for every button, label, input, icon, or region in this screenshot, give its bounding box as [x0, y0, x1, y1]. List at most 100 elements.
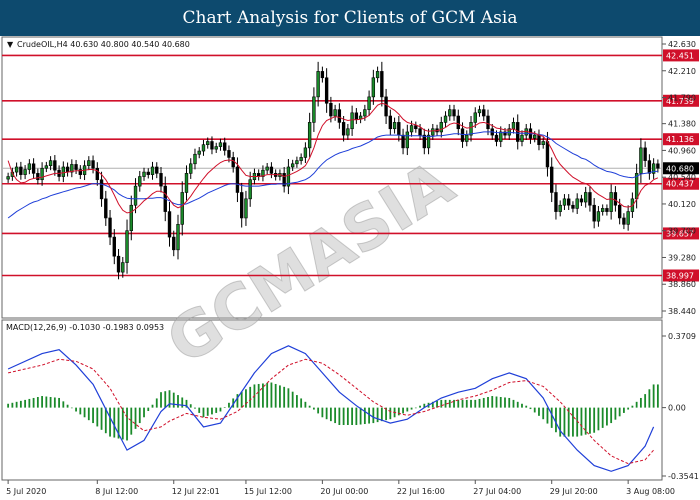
candle-body: [482, 109, 486, 117]
macd-histogram-bar: [287, 388, 290, 408]
candle-body: [592, 204, 596, 222]
macd-histogram-bar: [572, 407, 574, 437]
price-tick-label: 40.540: [668, 173, 696, 182]
macd-histogram-bar: [351, 407, 354, 426]
price-tick-label: 42.210: [668, 67, 696, 76]
macd-tick-label: -0.3541: [668, 472, 699, 481]
candle-body: [346, 128, 350, 136]
macd-histogram-bar: [589, 407, 591, 434]
candle-body: [27, 163, 32, 170]
macd-histogram-bar: [113, 407, 116, 438]
candle-body: [452, 109, 456, 117]
candle-body: [567, 198, 571, 206]
candle-body: [303, 147, 308, 158]
candle-body: [269, 166, 274, 174]
macd-histogram-bar: [75, 407, 77, 412]
candle-body: [401, 134, 405, 149]
macd-histogram-bar: [516, 401, 519, 408]
macd-histogram-bar: [126, 407, 128, 441]
macd-histogram-bar: [402, 407, 404, 414]
macd-histogram-bar: [563, 407, 566, 437]
macd-histogram-bar: [100, 407, 103, 430]
macd-histogram-bar: [623, 407, 625, 413]
macd-histogram-bar: [614, 407, 617, 420]
macd-histogram-bar: [567, 407, 570, 437]
date-tick-label: 27 Jul 04:00: [473, 487, 521, 496]
candle-body: [460, 128, 465, 142]
macd-histogram-bar: [656, 384, 659, 408]
macd-histogram-bar: [7, 403, 10, 408]
macd-histogram-bar: [504, 397, 506, 408]
candle-body: [617, 204, 622, 219]
candle-body: [609, 192, 613, 212]
candle-body: [99, 179, 104, 200]
macd-histogram-bar: [419, 405, 421, 408]
macd-histogram-bar: [245, 389, 247, 408]
macd-histogram-bar: [283, 386, 286, 408]
macd-histogram-bar: [19, 400, 22, 408]
macd-histogram-bar: [495, 396, 498, 408]
candle-body: [426, 134, 431, 149]
candle-body: [477, 109, 482, 114]
candle-body: [312, 96, 316, 123]
macd-histogram-bar: [555, 407, 557, 433]
macd-histogram-bar: [155, 398, 158, 408]
macd-histogram-bar: [448, 399, 451, 408]
macd-histogram-bar: [414, 407, 417, 409]
candle-body: [295, 160, 299, 165]
date-tick-label: 5 Jul 2020: [6, 487, 46, 496]
candle-body: [554, 192, 558, 212]
macd-histogram-bar: [627, 407, 630, 410]
candle-body: [571, 204, 575, 209]
macd-histogram-bar: [491, 396, 494, 408]
macd-histogram-bar: [266, 383, 269, 408]
symbol-header-arrow: ▼: [7, 40, 14, 49]
macd-histogram-bar: [270, 382, 273, 408]
candle-body: [167, 211, 172, 238]
candle-body: [180, 192, 184, 225]
candle-body: [363, 109, 367, 117]
macd-histogram-bar: [45, 396, 48, 408]
candle-body: [575, 198, 579, 209]
macd-tick-label: 0.3709: [668, 332, 696, 341]
macd-histogram-bar: [223, 407, 226, 408]
macd-histogram-bar: [62, 401, 65, 408]
macd-histogram-bar: [134, 407, 137, 429]
macd-histogram-bar: [359, 407, 362, 425]
macd-histogram-bar: [296, 395, 298, 408]
candle-body: [159, 173, 163, 187]
candle-body: [6, 176, 10, 180]
candle-body: [337, 109, 342, 123]
candle-body: [218, 142, 223, 147]
candle-body: [354, 112, 359, 120]
macd-histogram-bar: [325, 407, 328, 420]
macd-histogram-bar: [41, 396, 43, 408]
candle-body: [380, 71, 384, 98]
macd-histogram-bar: [92, 407, 94, 424]
macd-histogram-bar: [346, 407, 349, 426]
candle-body: [53, 160, 57, 171]
macd-histogram-bar: [525, 405, 528, 408]
macd-histogram-bar: [321, 407, 324, 418]
macd-histogram-bar: [389, 407, 392, 420]
macd-histogram-bar: [474, 399, 477, 408]
macd-histogram-bar: [177, 395, 179, 408]
candle-body: [405, 131, 409, 149]
macd-histogram-bar: [538, 407, 540, 416]
macd-histogram-bar: [130, 407, 133, 435]
candle-body: [290, 163, 295, 168]
candle-body: [367, 96, 371, 110]
macd-header: MACD(12,26,9) -0.1030 -0.1983 0.0953: [6, 323, 164, 332]
macd-histogram-bar: [58, 397, 60, 408]
candle-body: [643, 147, 647, 161]
macd-histogram-bar: [461, 399, 464, 408]
price-tick-label: 38.860: [668, 280, 696, 289]
macd-histogram-bar: [482, 397, 485, 408]
candle-body: [596, 211, 601, 222]
macd-histogram-bar: [308, 405, 311, 408]
candle-body: [562, 198, 567, 206]
candle-body: [36, 173, 40, 181]
candle-body: [333, 109, 337, 117]
candle-body: [210, 141, 214, 150]
macd-histogram-bar: [304, 401, 307, 408]
